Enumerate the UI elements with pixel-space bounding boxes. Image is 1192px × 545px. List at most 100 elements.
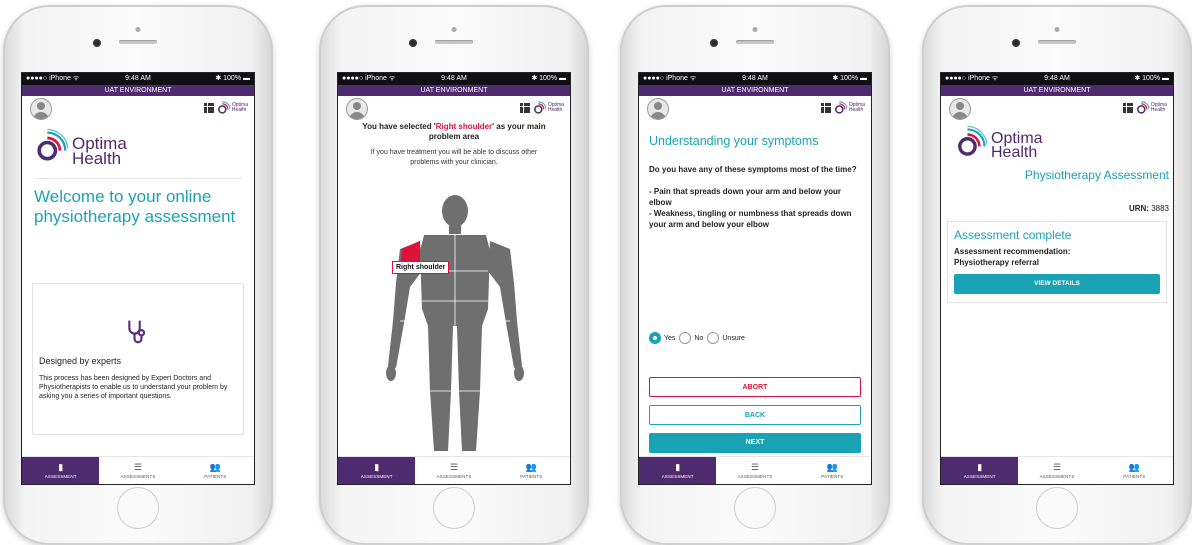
environment-banner: UAT ENVIRONMENT	[639, 85, 871, 96]
phone-4: ●●●●○ iPhone ᯤ 9:48 AM ✱ 100% ▬ UAT ENVI…	[922, 5, 1192, 545]
screen-symptoms: ●●●●○ iPhone ᯤ 9:48 AM ✱ 100% ▬ UAT ENVI…	[638, 72, 872, 485]
tab-assessment[interactable]: ▮ ASSESSMENT	[639, 457, 717, 484]
urn-value: 3883	[1151, 204, 1169, 213]
back-button[interactable]: BACK	[649, 405, 861, 425]
speaker	[736, 40, 774, 44]
radio-unsure-label: Unsure	[722, 334, 745, 342]
tab-assessment[interactable]: ▮ ASSESSMENT	[338, 457, 416, 484]
app-header: Optima Health	[22, 96, 254, 126]
optima-logo-icon	[533, 101, 546, 114]
sensor	[1054, 27, 1060, 32]
tab-patients-label: PATIENTS	[520, 474, 543, 479]
symptom-2: - Weakness, tingling or numbness that sp…	[649, 209, 852, 229]
tab-assessments[interactable]: ☰ ASSESSMENTS	[99, 457, 176, 484]
home-button[interactable]	[433, 487, 475, 529]
tab-patients[interactable]: 👥 PATIENTS	[493, 457, 570, 484]
tab-bar: ▮ ASSESSMENT ☰ ASSESSMENTS 👥 PATIENTS	[22, 456, 254, 484]
header-logo: Optima Health	[1135, 101, 1167, 115]
people-icon: 👥	[209, 462, 221, 472]
avatar-icon[interactable]	[949, 98, 971, 120]
radio-icon	[679, 332, 692, 344]
radio-selected-icon	[649, 332, 661, 344]
radio-no-label: No	[694, 334, 704, 342]
view-details-button[interactable]: VIEW DETAILS	[954, 274, 1160, 294]
phone-2: ●●●●○ iPhone ᯤ 9:48 AM ✱ 100% ▬ UAT ENVI…	[319, 5, 589, 545]
people-icon: 👥	[1128, 462, 1140, 472]
grid-icon[interactable]	[204, 103, 214, 113]
radio-unsure[interactable]: Unsure	[707, 332, 745, 344]
tab-assessments-label: ASSESSMENTS	[120, 474, 156, 479]
tab-bar: ▮ ASSESSMENT ☰ ASSESSMENTS 👥 PATIENTS	[639, 456, 871, 484]
avatar-icon[interactable]	[346, 98, 368, 120]
optima-logo-icon	[1136, 101, 1149, 114]
urn-row: URN: 3883	[941, 204, 1173, 213]
radio-icon	[707, 332, 720, 344]
grid-icon[interactable]	[520, 103, 530, 113]
tab-assessments-label: ASSESSMENTS	[1039, 474, 1075, 479]
card-title: Designed by experts	[39, 356, 122, 366]
home-button[interactable]	[117, 487, 159, 529]
radio-yes-label: Yes	[664, 334, 676, 342]
environment-banner: UAT ENVIRONMENT	[941, 85, 1173, 96]
tab-assessment-label: ASSESSMENT	[661, 474, 694, 479]
sensor	[135, 27, 141, 32]
tab-assessment-label: ASSESSMENT	[360, 474, 393, 479]
home-button[interactable]	[734, 487, 776, 529]
recommendation: Assessment recommendation: Physiotherapy…	[954, 247, 1071, 267]
tab-assessments[interactable]: ☰ ASSESSMENTS	[1018, 457, 1095, 484]
speaker	[1038, 40, 1076, 44]
logo-name-line2: Health	[72, 149, 122, 168]
people-icon: 👥	[525, 462, 537, 472]
battery-status: ✱ 100% ▬	[1134, 75, 1169, 82]
avatar-icon[interactable]	[647, 98, 669, 120]
battery-status: ✱ 100% ▬	[832, 75, 867, 82]
body-map[interactable]	[338, 191, 571, 451]
status-bar: ●●●●○ iPhone ᯤ 9:48 AM ✱ 100% ▬	[639, 73, 871, 85]
tab-assessments[interactable]: ☰ ASSESSMENTS	[415, 457, 492, 484]
app-header: Optima Health	[941, 96, 1173, 126]
tab-patients[interactable]: 👥 PATIENTS	[794, 457, 871, 484]
app-header: Optima Health	[338, 96, 570, 126]
tab-patients-label: PATIENTS	[204, 474, 227, 479]
symptom-question: Do you have any of these symptoms most o…	[639, 148, 871, 230]
tab-bar: ▮ ASSESSMENT ☰ ASSESSMENTS 👥 PATIENTS	[338, 456, 570, 484]
tab-patients-label: PATIENTS	[1123, 474, 1146, 479]
tab-assessment[interactable]: ▮ ASSESSMENT	[941, 457, 1019, 484]
completion-card: Assessment complete Assessment recommend…	[947, 221, 1167, 303]
tab-patients[interactable]: 👥 PATIENTS	[1096, 457, 1173, 484]
optima-logo-icon	[958, 126, 987, 156]
header-logo-line2: Health	[1150, 107, 1166, 113]
radio-yes[interactable]: Yes	[649, 332, 675, 344]
front-camera	[710, 39, 718, 47]
battery-status: ✱ 100% ▬	[531, 75, 566, 82]
people-icon: 👥	[826, 462, 838, 472]
grid-icon[interactable]	[821, 103, 831, 113]
tab-assessments-label: ASSESSMENTS	[436, 474, 472, 479]
large-logo: Optima Health	[941, 126, 1173, 172]
tab-assessment-label: ASSESSMENT	[963, 474, 996, 479]
radio-no[interactable]: No	[679, 332, 703, 344]
avatar-icon[interactable]	[30, 98, 52, 120]
optima-logo-icon	[217, 101, 230, 114]
tab-patients[interactable]: 👥 PATIENTS	[177, 457, 254, 484]
screen-complete: ●●●●○ iPhone ᯤ 9:48 AM ✱ 100% ▬ UAT ENVI…	[940, 72, 1174, 485]
tab-assessment[interactable]: ▮ ASSESSMENT	[22, 457, 100, 484]
speaker	[119, 40, 157, 44]
abort-button[interactable]: ABORT	[649, 377, 861, 397]
header-logo: Optima Health	[532, 101, 564, 115]
clipboard-icon: ▮	[58, 462, 64, 472]
welcome-title: Welcome to your online physiotherapy ass…	[34, 187, 236, 226]
stethoscope-icon	[128, 320, 146, 344]
front-camera	[409, 39, 417, 47]
sensor	[752, 27, 758, 32]
status-bar: ●●●●○ iPhone ᯤ 9:48 AM ✱ 100% ▬	[22, 73, 254, 85]
grid-icon[interactable]	[1123, 103, 1133, 113]
tab-assessments[interactable]: ☰ ASSESSMENTS	[716, 457, 793, 484]
list-icon: ☰	[133, 462, 143, 472]
front-camera	[1012, 39, 1020, 47]
next-button[interactable]: NEXT	[649, 433, 861, 453]
info-card: Designed by experts This process has bee…	[32, 283, 244, 435]
tab-assessment-label: ASSESSMENT	[44, 474, 77, 479]
home-button[interactable]	[1036, 487, 1078, 529]
speaker	[435, 40, 473, 44]
